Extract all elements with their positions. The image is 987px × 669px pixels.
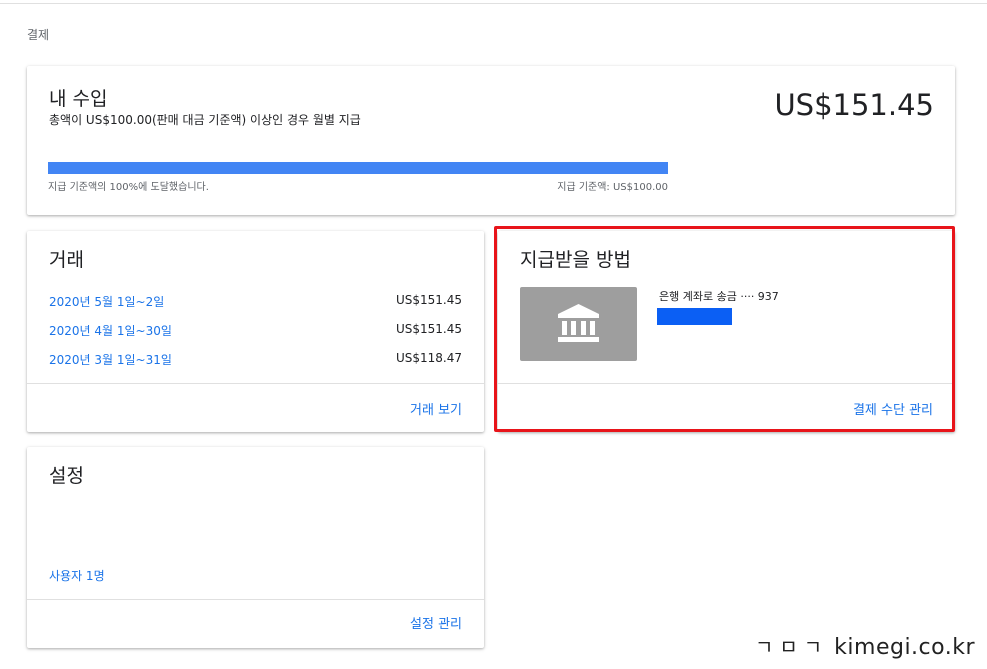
bank-account-label: 은행 계좌로 송금 ···· 937 bbox=[659, 290, 779, 303]
earnings-card: 내 수입 총액이 US$100.00(판매 대금 기준액) 이상인 경우 월별 … bbox=[27, 66, 955, 215]
transaction-row: 2020년 4월 1일~30일 US$151.45 bbox=[49, 322, 462, 342]
redaction-bar bbox=[657, 308, 732, 325]
transactions-title: 거래 bbox=[49, 249, 84, 271]
bank-icon bbox=[558, 304, 599, 342]
settings-card: 설정 사용자 1명 설정 관리 bbox=[27, 447, 484, 648]
card-divider bbox=[498, 383, 955, 384]
manage-payment-methods-link[interactable]: 결제 수단 관리 bbox=[853, 399, 933, 418]
transaction-date-link[interactable]: 2020년 3월 1일~31일 bbox=[49, 351, 172, 368]
watermark-site: kimegi.co.kr bbox=[834, 635, 975, 660]
view-transactions-link[interactable]: 거래 보기 bbox=[410, 399, 462, 418]
watermark: ㄱㅁㄱ kimegi.co.kr bbox=[755, 631, 975, 660]
manage-settings-link[interactable]: 설정 관리 bbox=[410, 613, 462, 632]
transaction-amount: US$118.47 bbox=[395, 351, 462, 365]
progress-fill bbox=[48, 162, 668, 174]
transaction-date-link[interactable]: 2020년 5월 1일~2일 bbox=[49, 293, 164, 310]
card-divider bbox=[27, 383, 484, 384]
settings-title: 설정 bbox=[49, 465, 84, 487]
bank-tile bbox=[520, 287, 637, 361]
watermark-prefix: ㄱㅁㄱ bbox=[754, 635, 829, 659]
card-divider bbox=[27, 599, 484, 600]
transactions-card: 거래 2020년 5월 1일~2일 US$151.45 2020년 4월 1일~… bbox=[27, 231, 484, 432]
transaction-row: 2020년 5월 1일~2일 US$151.45 bbox=[49, 293, 462, 313]
transaction-date-link[interactable]: 2020년 4월 1일~30일 bbox=[49, 322, 172, 339]
users-link[interactable]: 사용자 1명 bbox=[49, 567, 105, 584]
transaction-row: 2020년 3월 1일~31일 US$118.47 bbox=[49, 351, 462, 371]
payment-threshold-progress bbox=[48, 162, 668, 174]
earnings-amount: US$151.45 bbox=[774, 88, 934, 122]
payment-method-card: 지급받을 방법 은행 계좌로 송금 ···· 937 결제 수단 관리 bbox=[498, 231, 955, 432]
payment-threshold-text: 지급 기준액: US$100.00 bbox=[557, 182, 668, 193]
earnings-subtitle: 총액이 US$100.00(판매 대금 기준액) 이상인 경우 월별 지급 bbox=[49, 113, 361, 127]
progress-status-text: 지급 기준액의 100%에 도달했습니다. bbox=[48, 182, 209, 193]
breadcrumb: 결제 bbox=[27, 28, 50, 42]
transaction-amount: US$151.45 bbox=[395, 293, 462, 307]
earnings-title: 내 수입 bbox=[49, 88, 108, 110]
top-divider bbox=[0, 3, 987, 4]
transaction-amount: US$151.45 bbox=[395, 322, 462, 336]
payment-method-title: 지급받을 방법 bbox=[520, 249, 631, 271]
